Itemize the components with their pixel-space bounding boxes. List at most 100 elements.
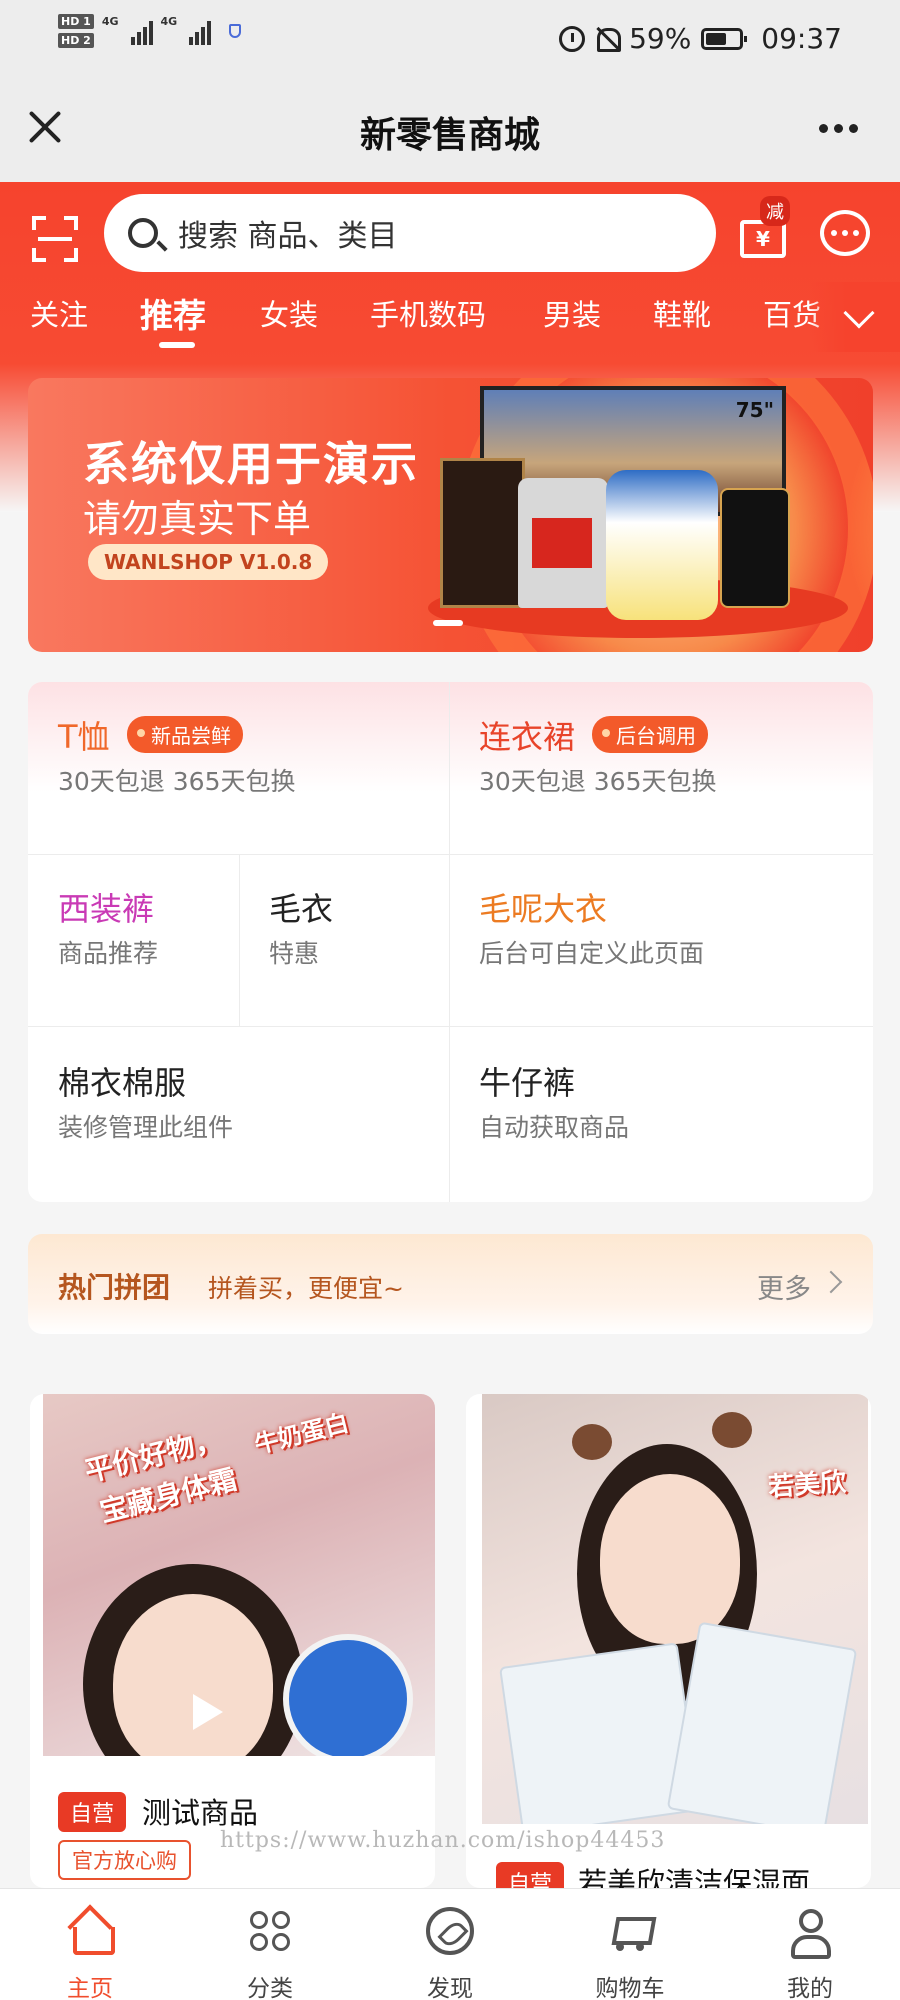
play-icon[interactable]	[193, 1694, 223, 1730]
signal1-icon	[130, 17, 153, 45]
chevron-right-icon[interactable]	[819, 1270, 843, 1294]
status-right: 59% 09:37	[559, 22, 842, 55]
nav-profile[interactable]: 我的	[720, 1889, 900, 2000]
nav-label: 购物车	[595, 1976, 665, 2000]
cart-icon	[606, 1907, 654, 1955]
nav-category[interactable]: 分类	[180, 1889, 360, 2000]
signal2-icon	[189, 17, 212, 45]
group-buy-title: 热门拼团	[58, 1271, 171, 1304]
active-tab-indicator	[159, 342, 195, 348]
category-trousers[interactable]: 西装裤 商品推荐	[28, 854, 239, 1026]
network2-label: 4G	[160, 14, 178, 28]
watermark: https://www.huzhan.com/ishop44453	[220, 1828, 666, 1853]
category-title: 牛仔裤	[479, 1064, 576, 1102]
coupon-button[interactable]: ¥ 减	[740, 196, 790, 262]
sim2-label: HD 2	[58, 33, 94, 48]
category-title: 连衣裙	[479, 718, 576, 756]
signal-indicators: HD 1 HD 2 4G 4G	[58, 14, 242, 48]
category-subtitle: 商品推荐	[58, 939, 159, 968]
tv-size-label: 75"	[735, 398, 774, 422]
promo-banner[interactable]: 75" 系统仅用于演示 请勿真实下单 WANLSHOP V1.0.8	[28, 378, 873, 652]
promo-overlay: 牛奶蛋白	[251, 1408, 352, 1460]
nav-discover[interactable]: 发现	[360, 1889, 540, 2000]
nav-label: 我的	[787, 1976, 833, 2000]
category-subtitle: 自动获取商品	[479, 1113, 630, 1142]
model-face	[600, 1474, 740, 1644]
banner-headline: 系统仅用于演示	[83, 437, 419, 491]
nav-label: 主页	[67, 1976, 113, 2000]
category-subtitle: 特惠	[269, 939, 320, 968]
group-buy-more-link[interactable]: 更多	[757, 1267, 811, 1306]
product-image[interactable]: 若美欣	[482, 1394, 868, 1824]
category-badge: 新品尝鲜	[127, 716, 243, 753]
battery-icon	[701, 27, 748, 50]
category-grid: T恤 新品尝鲜 30天包退 365天包换 连衣裙 后台调用 30天包退 365天…	[28, 682, 873, 1202]
network1-label: 4G	[101, 14, 119, 28]
category-title: 西装裤	[58, 890, 155, 928]
search-icon	[128, 218, 158, 248]
self-operated-tag: 自营	[58, 1792, 127, 1832]
category-dress[interactable]: 连衣裙 后台调用 30天包退 365天包换	[449, 682, 873, 854]
liquor-box-image	[440, 458, 525, 608]
clock: 09:37	[761, 22, 842, 55]
nav-cart[interactable]: 购物车	[540, 1889, 720, 2000]
shield-icon	[229, 24, 242, 38]
carousel-indicator	[433, 620, 463, 626]
tab-follow[interactable]: 关注	[30, 292, 88, 334]
self-operated-tag: 自营	[496, 1862, 565, 1888]
tab-mens[interactable]: 男装	[543, 292, 601, 334]
grid-icon	[246, 1907, 294, 1955]
category-title: 毛呢大衣	[479, 890, 608, 928]
compass-icon	[426, 1907, 474, 1955]
alarm-icon	[559, 25, 586, 52]
category-jeans[interactable]: 牛仔裤 自动获取商品	[449, 1026, 873, 1202]
category-subtitle: 后台可自定义此页面	[479, 939, 705, 968]
category-padded[interactable]: 棉衣棉服 装修管理此组件	[28, 1026, 449, 1202]
coupon-badge: 减	[760, 196, 790, 226]
title-bar: 新零售商城	[0, 80, 900, 182]
cream-jar-image	[283, 1634, 413, 1756]
more-options-icon[interactable]	[819, 124, 858, 133]
version-tag: WANLSHOP V1.0.8	[88, 544, 329, 580]
category-badge: 后台调用	[592, 716, 708, 753]
status-bar: HD 1 HD 2 4G 4G 59% 09:37	[0, 0, 900, 80]
search-placeholder: 搜索 商品、类目	[178, 219, 398, 254]
tab-shoes[interactable]: 鞋靴	[653, 292, 711, 334]
group-buy-subtitle: 拼着买，更便宜~	[208, 1274, 404, 1303]
nav-label: 发现	[427, 1976, 473, 2000]
product-image[interactable]: 平价好物， 宝藏身体霜 牛奶蛋白	[43, 1394, 435, 1756]
group-buy-section: 热门拼团 拼着买，更便宜~ 更多	[28, 1234, 873, 1334]
product-card[interactable]: 若美欣 自营 若美欣清洁保湿面	[466, 1394, 871, 1888]
sim1-label: HD 1	[58, 14, 94, 29]
nav-home[interactable]: 主页	[0, 1889, 180, 2000]
milk-powder-image	[606, 470, 718, 620]
scan-icon[interactable]	[32, 216, 78, 262]
tab-digital[interactable]: 手机数码	[370, 292, 486, 334]
category-title: T恤	[58, 718, 110, 756]
tab-womens[interactable]: 女装	[260, 292, 318, 334]
search-input[interactable]: 搜索 商品、类目	[104, 194, 716, 272]
product-name: 若美欣清洁保湿面	[578, 1866, 811, 1888]
official-tag: 官方放心购	[58, 1840, 191, 1880]
home-icon	[66, 1907, 115, 1955]
banner-subline: 请勿真实下单	[83, 497, 312, 541]
mute-bell-icon	[595, 26, 622, 52]
category-title: 棉衣棉服	[58, 1064, 187, 1102]
tab-recommend[interactable]: 推荐	[140, 289, 206, 337]
category-subtitle: 装修管理此组件	[58, 1113, 234, 1142]
category-tshirt[interactable]: T恤 新品尝鲜 30天包退 365天包换	[28, 682, 449, 854]
nav-label: 分类	[247, 1976, 293, 2000]
bottom-navigation: 主页 分类 发现 购物车 我的	[0, 1888, 900, 2000]
category-coat[interactable]: 毛呢大衣 后台可自定义此页面	[449, 854, 873, 1026]
motor-oil-image	[518, 478, 608, 608]
face-mask-image	[666, 1621, 858, 1824]
message-icon[interactable]	[820, 210, 870, 256]
brand-overlay: 若美欣	[767, 1467, 848, 1503]
phone-image	[720, 488, 790, 608]
product-card[interactable]: 平价好物， 宝藏身体霜 牛奶蛋白 自营 测试商品 官方放心购	[30, 1394, 435, 1888]
category-sweater[interactable]: 毛衣 特惠	[239, 854, 449, 1026]
category-tabs: 关注 推荐 女装 手机数码 男装 鞋靴 百货	[0, 292, 900, 362]
category-subtitle: 30天包退 365天包换	[479, 767, 717, 796]
battery-percent: 59%	[629, 22, 692, 55]
category-title: 毛衣	[269, 890, 334, 928]
